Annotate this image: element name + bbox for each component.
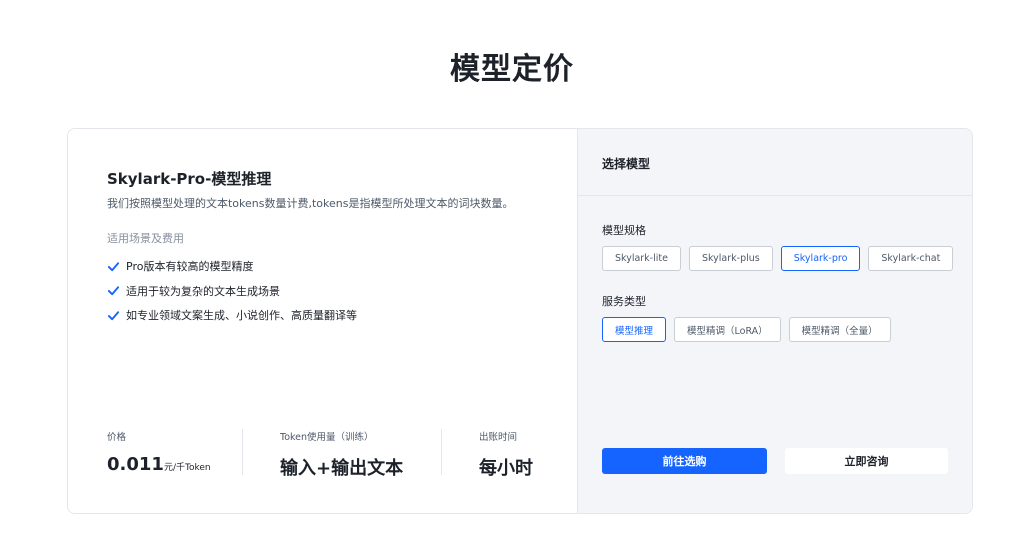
stat-billing-time: 出账时间 每小时 [479, 429, 533, 479]
feature-text: Pro版本有较高的模型精度 [126, 260, 254, 274]
price-value: 0.011 [107, 454, 164, 475]
feature-item: Pro版本有较高的模型精度 [107, 254, 357, 279]
product-info-panel: Skylark-Pro-模型推理 我们按照模型处理的文本tokens数量计费,t… [68, 129, 577, 513]
billing-time-label: 出账时间 [479, 432, 518, 443]
price-unit: 元/千Token [163, 463, 211, 473]
stat-divider [441, 429, 442, 475]
billing-time-value: 每小时 [479, 458, 533, 479]
stat-price: 价格 0.011元/千Token [107, 429, 211, 475]
pricing-card: Skylark-Pro-模型推理 我们按照模型处理的文本tokens数量计费,t… [67, 128, 973, 514]
price-value-wrap: 0.011元/千Token [107, 454, 211, 475]
product-description: 我们按照模型处理的文本tokens数量计费,tokens是指模型所处理文本的词块… [107, 197, 514, 210]
spec-option-lite[interactable]: Skylark-lite [602, 246, 681, 271]
service-label: 服务类型 [602, 295, 646, 308]
spec-option-chat[interactable]: Skylark-chat [868, 246, 954, 271]
service-option-full[interactable]: 模型精调（全量） [788, 317, 891, 342]
service-options: 模型推理 模型精调（LoRA） 模型精调（全量） [602, 317, 891, 342]
spec-option-plus[interactable]: Skylark-plus [688, 246, 773, 271]
service-option-lora[interactable]: 模型精调（LoRA） [674, 317, 781, 342]
consult-button[interactable]: 立即咨询 [785, 448, 948, 474]
check-icon [107, 286, 120, 296]
stat-token-usage: Token使用量（训练） 输入+输出文本 [280, 429, 403, 479]
product-title: Skylark-Pro-模型推理 [107, 170, 272, 188]
spec-options: Skylark-lite Skylark-plus Skylark-pro Sk… [602, 246, 954, 271]
model-selector-panel: 选择模型 模型规格 Skylark-lite Skylark-plus Skyl… [577, 129, 972, 513]
spec-option-pro[interactable]: Skylark-pro [780, 246, 861, 271]
token-usage-value: 输入+输出文本 [280, 458, 404, 479]
selector-title: 选择模型 [602, 157, 651, 171]
feature-item: 适用于较为复杂的文本生成场景 [107, 279, 357, 304]
stat-divider [242, 429, 243, 475]
price-label: 价格 [107, 432, 127, 443]
feature-item: 如专业领域文案生成、小说创作、高质量翻译等 [107, 303, 357, 328]
spec-label: 模型规格 [602, 224, 646, 237]
stats-row: 价格 0.011元/千Token Token使用量（训练） 输入+输出文本 出账… [107, 429, 547, 479]
feature-text: 适用于较为复杂的文本生成场景 [126, 284, 280, 298]
check-icon [107, 262, 120, 271]
buy-button[interactable]: 前往选购 [602, 448, 767, 474]
feature-list: Pro版本有较高的模型精度 适用于较为复杂的文本生成场景 如专业领域文案生成、小… [107, 254, 357, 328]
selector-header: 选择模型 [578, 129, 972, 196]
service-option-inference[interactable]: 模型推理 [602, 317, 667, 342]
feature-text: 如专业领域文案生成、小说创作、高质量翻译等 [126, 309, 357, 323]
check-icon [107, 311, 120, 320]
page-title: 模型定价 [450, 52, 574, 87]
token-usage-label: Token使用量（训练） [280, 432, 374, 443]
scenes-title: 适用场景及费用 [107, 232, 184, 245]
